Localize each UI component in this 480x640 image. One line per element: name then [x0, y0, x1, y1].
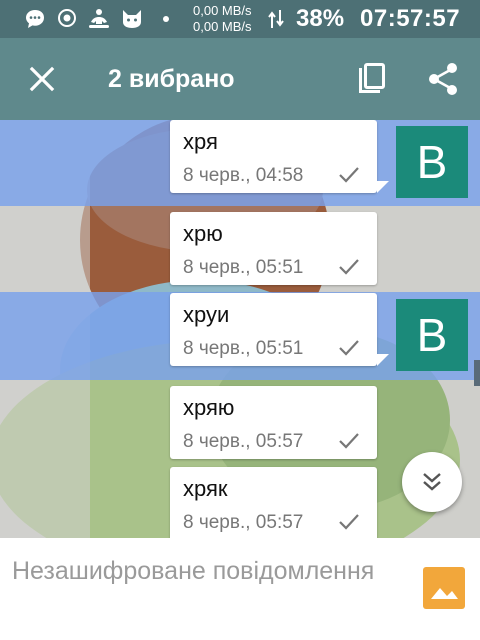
- message-timestamp: 8 черв., 04:58: [183, 165, 304, 186]
- message-bubble[interactable]: хрю 8 черв., 05:51: [170, 212, 377, 285]
- sent-check-icon: [339, 167, 359, 183]
- message-timestamp: 8 черв., 05:57: [183, 431, 304, 452]
- scrollbar-thumb[interactable]: [474, 360, 480, 386]
- double-chevron-down-icon: [423, 473, 441, 491]
- message-text: хряю: [183, 395, 235, 420]
- close-icon[interactable]: [24, 61, 60, 97]
- selection-count-title: 2 вибрано: [108, 65, 235, 93]
- bubble-tail: [377, 181, 389, 193]
- message-text: хря: [183, 129, 218, 154]
- record-icon: [58, 9, 76, 27]
- transfer-arrows-icon: [268, 10, 284, 28]
- sent-check-icon: [339, 433, 359, 449]
- sent-check-icon: [339, 340, 359, 356]
- message-bubble[interactable]: хруи 8 черв., 05:51: [170, 293, 377, 366]
- attach-image-button[interactable]: [423, 567, 465, 609]
- message-input[interactable]: Незашифроване повідомлення: [12, 554, 392, 626]
- message-bubble[interactable]: хря 8 черв., 04:58: [170, 120, 377, 193]
- status-bar: 0,00 MB/s 0,00 MB/s 38% 07:57:57: [0, 0, 480, 38]
- message-composer: Незашифроване повідомлення: [0, 538, 480, 640]
- contact-avatar[interactable]: B: [396, 299, 468, 371]
- network-speed-down: 0,00 MB/s: [193, 19, 252, 34]
- message-timestamp: 8 черв., 05:51: [183, 257, 304, 278]
- dot-icon: [163, 16, 169, 22]
- message-text: хряк: [183, 476, 228, 501]
- bubble-tail: [377, 354, 389, 366]
- message-timestamp: 8 черв., 05:57: [183, 512, 304, 533]
- clock: 07:57:57: [360, 5, 461, 32]
- message-bubble[interactable]: хряю 8 черв., 05:57: [170, 386, 377, 459]
- selection-action-bar: 2 вибрано: [0, 38, 480, 120]
- person-meditate-icon: [89, 9, 109, 28]
- network-speed: 0,00 MB/s 0,00 MB/s: [193, 3, 252, 35]
- contact-avatar[interactable]: B: [396, 126, 468, 198]
- conversation-view[interactable]: хря 8 черв., 04:58 B хрю 8 черв., 05:51 …: [0, 120, 480, 538]
- message-text: хруи: [183, 302, 230, 327]
- sent-check-icon: [339, 514, 359, 530]
- image-icon: [431, 588, 458, 599]
- copy-icon[interactable]: [352, 60, 390, 98]
- battery-level: 38%: [296, 5, 345, 32]
- message-text: хрю: [183, 221, 223, 246]
- chat-bubble-icon: [26, 10, 44, 28]
- sent-check-icon: [339, 259, 359, 275]
- message-bubble[interactable]: хряк 8 черв., 05:57: [170, 467, 377, 538]
- message-timestamp: 8 черв., 05:51: [183, 338, 304, 359]
- share-icon[interactable]: [424, 60, 462, 98]
- scroll-to-bottom-button[interactable]: [402, 452, 462, 512]
- network-speed-up: 0,00 MB/s: [193, 3, 252, 18]
- cat-icon: [123, 10, 141, 28]
